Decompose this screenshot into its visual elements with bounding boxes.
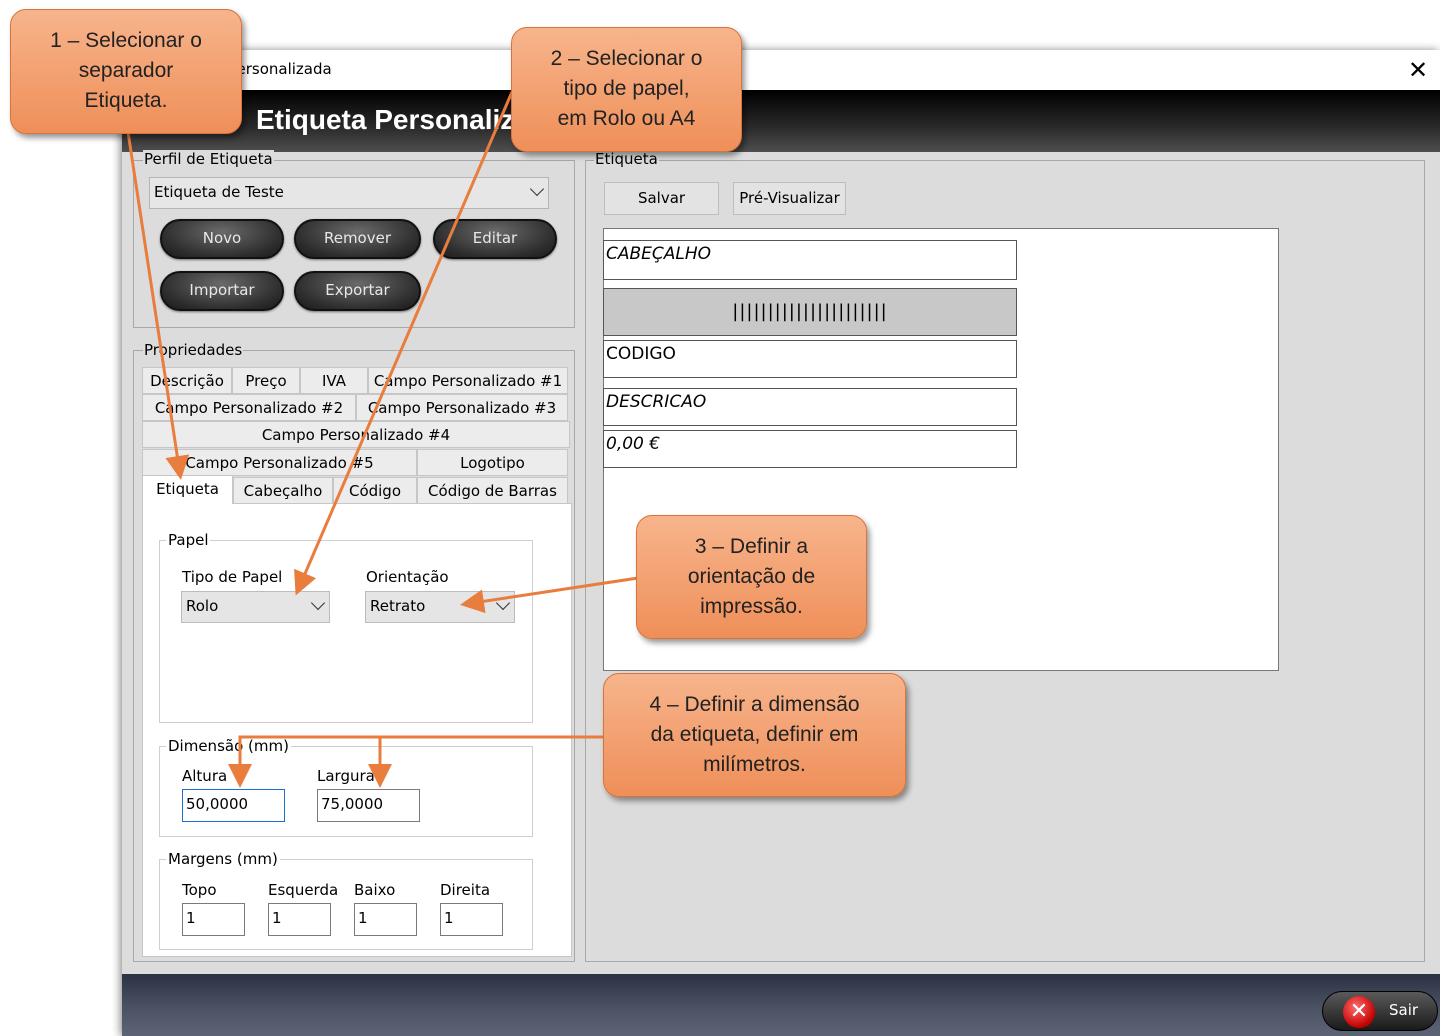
label-group-label: Etiqueta <box>594 150 659 168</box>
tab-codigo[interactable]: Código <box>333 477 417 504</box>
save-button[interactable]: Salvar <box>604 182 719 215</box>
paper-type-value: Rolo <box>186 597 219 615</box>
profile-select[interactable]: Etiqueta de Teste <box>149 177 549 209</box>
tab-campo-personalizado-3[interactable]: Campo Personalizado #3 <box>356 394 568 421</box>
left-margin-label: Esquerda <box>268 881 339 899</box>
chevron-down-icon <box>310 595 326 611</box>
callout-3: 3 – Definir a orientação de impressão. <box>636 515 867 639</box>
bottom-margin-label: Baixo <box>354 881 396 899</box>
tab-campo-personalizado-1[interactable]: Campo Personalizado #1 <box>368 367 568 394</box>
tab-preco[interactable]: Preço <box>232 367 300 394</box>
profile-select-value: Etiqueta de Teste <box>154 183 284 201</box>
callout-1: 1 – Selecionar o separador Etiqueta. <box>10 9 242 134</box>
tab-iva[interactable]: IVA <box>300 367 368 394</box>
height-input[interactable]: 50,0000 <box>182 789 285 822</box>
remove-button[interactable]: Remover <box>294 219 421 259</box>
close-icon[interactable]: ✕ <box>1404 56 1432 84</box>
tab-etiqueta[interactable]: Etiqueta <box>142 475 233 504</box>
tab-codigo-de-barras[interactable]: Código de Barras <box>417 477 568 504</box>
preview-button[interactable]: Pré-Visualizar <box>733 182 846 215</box>
bottom-margin-input[interactable]: 1 <box>354 903 417 936</box>
paper-type-label: Tipo de Papel <box>182 568 283 586</box>
height-label: Altura <box>182 767 228 785</box>
edit-button[interactable]: Editar <box>433 219 557 259</box>
tab-logotipo[interactable]: Logotipo <box>417 449 568 476</box>
orientation-label: Orientação <box>366 568 449 586</box>
profile-group-label: Perfil de Etiqueta <box>143 150 274 168</box>
chevron-down-icon <box>495 595 511 611</box>
orientation-value: Retrato <box>370 597 426 615</box>
footer-bar <box>122 974 1440 1036</box>
orientation-select[interactable]: Retrato <box>365 591 515 623</box>
exit-x-icon: ✕ <box>1343 996 1375 1028</box>
header-field[interactable]: CABEÇALHO <box>603 240 1017 280</box>
callout-4: 4 – Definir a dimensão da etiqueta, defi… <box>603 673 906 797</box>
tab-cabecalho[interactable]: Cabeçalho <box>233 477 333 504</box>
chevron-down-icon <box>529 181 545 197</box>
top-margin-label: Topo <box>182 881 217 899</box>
right-margin-input[interactable]: 1 <box>440 903 503 936</box>
paper-type-select[interactable]: Rolo <box>181 591 330 623</box>
width-input[interactable]: 75,0000 <box>317 789 420 822</box>
properties-group-label: Propriedades <box>143 341 244 359</box>
left-margin-input[interactable]: 1 <box>268 903 331 936</box>
width-label: Largura <box>317 767 375 785</box>
paper-group-label: Papel <box>166 531 211 549</box>
export-button[interactable]: Exportar <box>294 271 421 311</box>
window-title: Personalizada <box>228 60 332 78</box>
barcode-field[interactable]: |||||||||||||||||||||| <box>603 288 1017 336</box>
exit-button[interactable]: ✕ Sair <box>1322 991 1438 1031</box>
import-button[interactable]: Importar <box>160 271 284 311</box>
dimension-group-label: Dimensão (mm) <box>166 737 291 755</box>
margins-group-label: Margens (mm) <box>166 850 280 868</box>
tab-campo-personalizado-4[interactable]: Campo Personalizado #4 <box>142 421 570 448</box>
tab-campo-personalizado-5[interactable]: Campo Personalizado #5 <box>142 449 417 476</box>
tab-campo-personalizado-2[interactable]: Campo Personalizado #2 <box>142 394 356 421</box>
tab-descricao[interactable]: Descrição <box>142 367 232 394</box>
right-margin-label: Direita <box>440 881 491 899</box>
barcode-bars: |||||||||||||||||||||| <box>732 301 888 322</box>
code-field[interactable]: CODIGO <box>603 340 1017 378</box>
new-button[interactable]: Novo <box>160 219 284 259</box>
price-field[interactable]: 0,00 € <box>603 430 1017 468</box>
top-margin-input[interactable]: 1 <box>182 903 245 936</box>
exit-button-label: Sair <box>1389 1001 1419 1019</box>
callout-2: 2 – Selecionar o tipo de papel, em Rolo … <box>511 27 742 152</box>
description-field[interactable]: DESCRICAO <box>603 388 1017 426</box>
